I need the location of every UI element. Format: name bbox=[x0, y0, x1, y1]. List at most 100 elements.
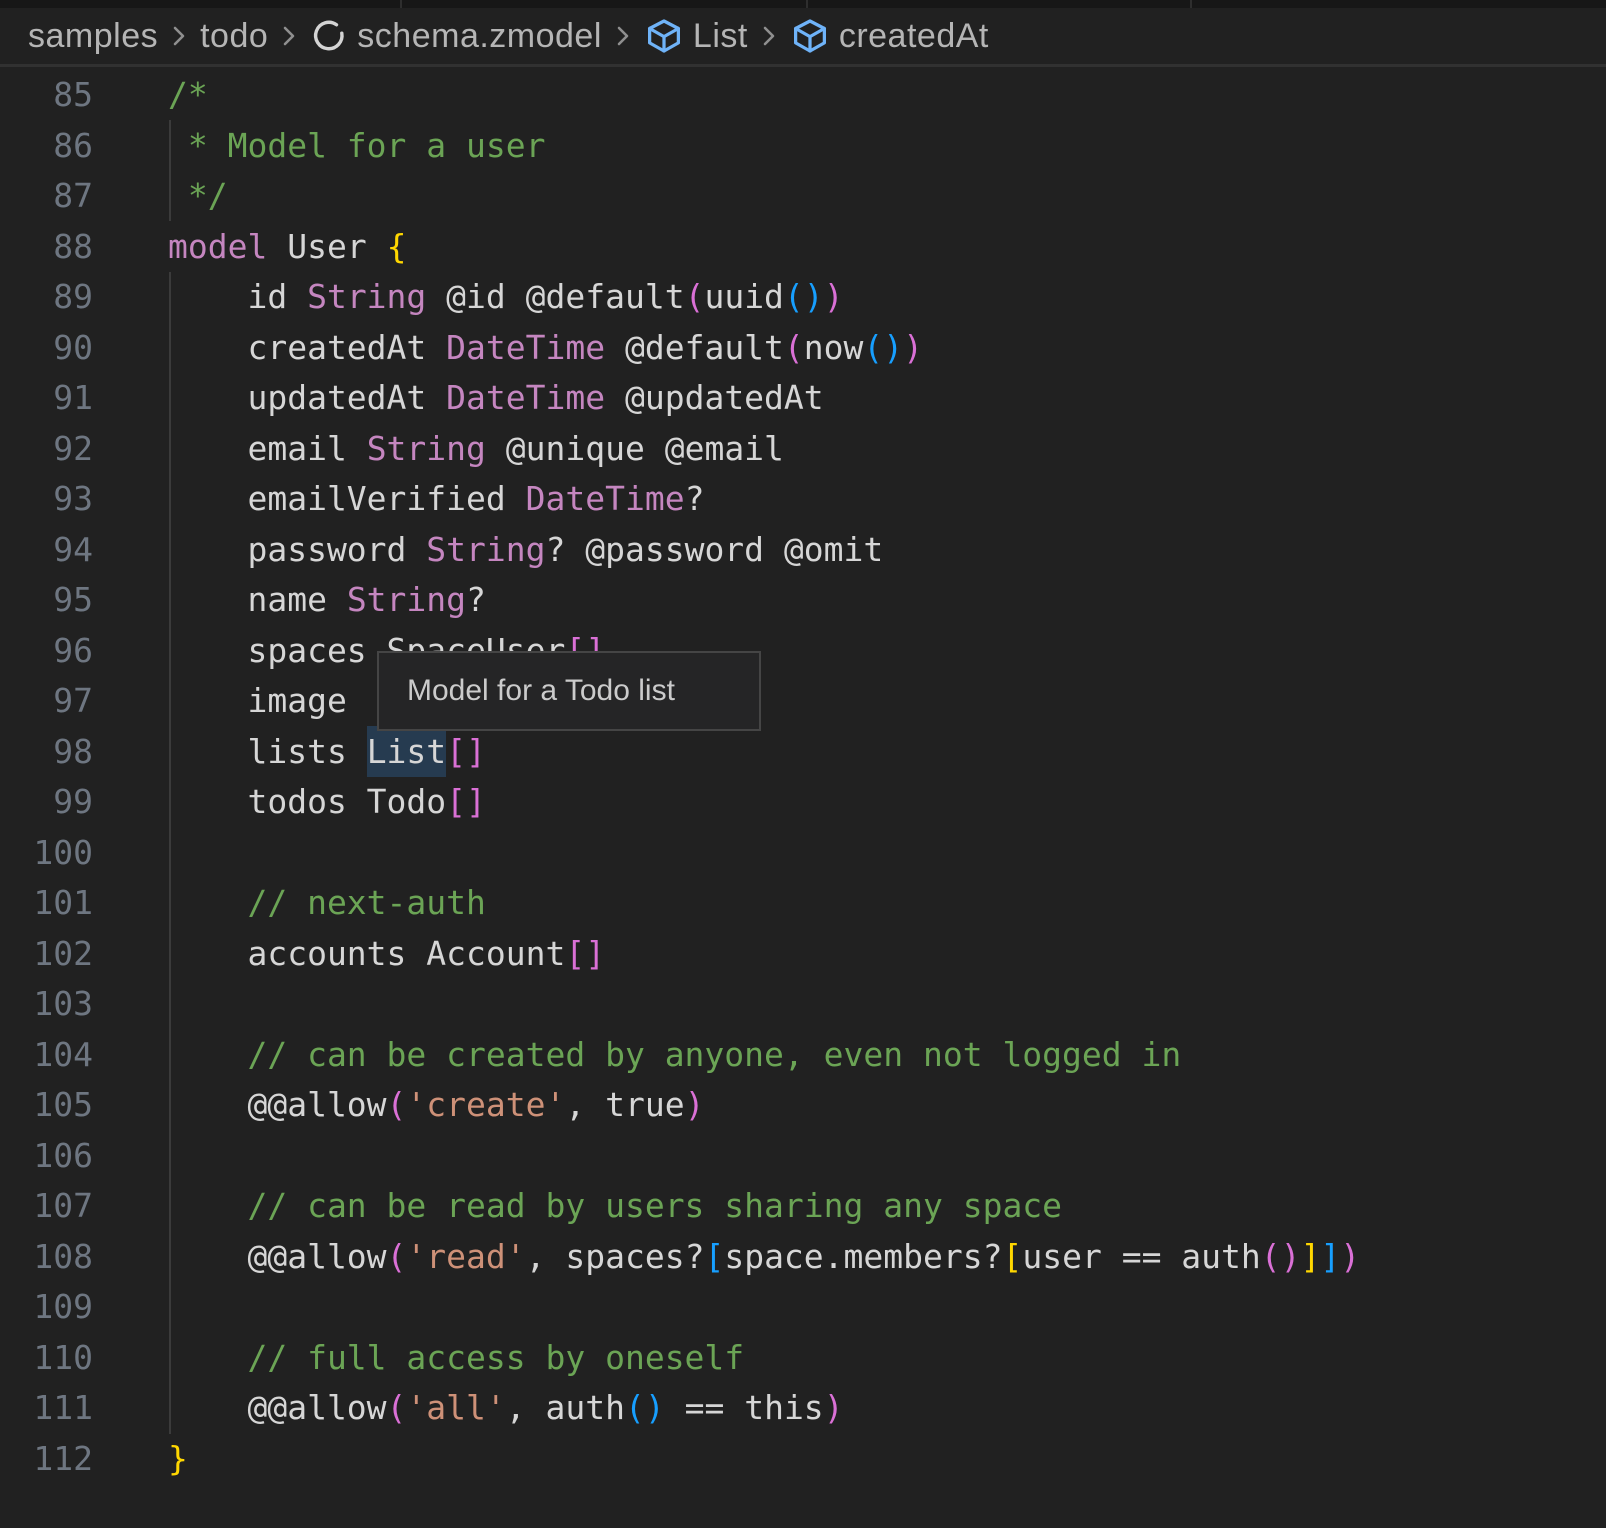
code-token: // can be read by users sharing any spac… bbox=[168, 1186, 1062, 1225]
line-number[interactable]: 105 bbox=[0, 1080, 93, 1131]
code-token: ] bbox=[1301, 1237, 1321, 1276]
code-token: ( bbox=[387, 1388, 407, 1427]
code-line[interactable]: 97 image bbox=[0, 676, 1606, 727]
line-number[interactable]: 89 bbox=[0, 272, 93, 323]
line-number[interactable]: 107 bbox=[0, 1181, 93, 1232]
code-token: DateTime bbox=[526, 479, 685, 518]
breadcrumb-item-createdat[interactable]: createdAt bbox=[790, 16, 989, 56]
code-text: /* bbox=[93, 70, 208, 121]
tab-divider bbox=[1190, 0, 1192, 8]
code-token: 'all' bbox=[406, 1388, 505, 1427]
code-line[interactable]: 110 // full access by oneself bbox=[0, 1333, 1606, 1384]
hover-tooltip-text: Model for a Todo list bbox=[407, 674, 675, 708]
tab-bar-edge bbox=[0, 0, 1606, 8]
line-number[interactable]: 103 bbox=[0, 979, 93, 1030]
code-line[interactable]: 105 @@allow('create', true) bbox=[0, 1080, 1606, 1131]
code-token: @id @default bbox=[426, 277, 684, 316]
code-text: emailVerified DateTime? bbox=[93, 474, 704, 525]
line-number[interactable]: 106 bbox=[0, 1131, 93, 1182]
code-token: email bbox=[168, 429, 367, 468]
line-number[interactable]: 108 bbox=[0, 1232, 93, 1283]
code-token: * Model for a user bbox=[168, 126, 546, 165]
line-number[interactable]: 110 bbox=[0, 1333, 93, 1384]
code-line[interactable]: 86 * Model for a user bbox=[0, 121, 1606, 172]
code-line[interactable]: 103 bbox=[0, 979, 1606, 1030]
code-token: ? bbox=[685, 479, 705, 518]
line-number[interactable]: 96 bbox=[0, 626, 93, 677]
breadcrumb-label: samples bbox=[28, 17, 158, 56]
line-number[interactable]: 93 bbox=[0, 474, 93, 525]
breadcrumb-item-samples[interactable]: samples bbox=[28, 17, 158, 56]
line-number[interactable]: 102 bbox=[0, 929, 93, 980]
line-number[interactable]: 94 bbox=[0, 525, 93, 576]
code-line[interactable]: 92 email String @unique @email bbox=[0, 424, 1606, 475]
code-token: ) bbox=[824, 1388, 844, 1427]
breadcrumb-label: schema.zmodel bbox=[357, 17, 602, 56]
breadcrumb: samples todo schema.zmodel List createdAt bbox=[0, 8, 1606, 67]
line-number[interactable]: 95 bbox=[0, 575, 93, 626]
line-number[interactable]: 92 bbox=[0, 424, 93, 475]
code-line[interactable]: 89 id String @id @default(uuid()) bbox=[0, 272, 1606, 323]
code-line[interactable]: 111 @@allow('all', auth() == this) bbox=[0, 1383, 1606, 1434]
code-token: ) bbox=[1340, 1237, 1360, 1276]
hovered-symbol-highlight[interactable]: List bbox=[367, 732, 446, 771]
code-line[interactable]: 112} bbox=[0, 1434, 1606, 1485]
code-line[interactable]: 95 name String? bbox=[0, 575, 1606, 626]
code-line[interactable]: 102 accounts Account[] bbox=[0, 929, 1606, 980]
code-token: [ bbox=[704, 1237, 724, 1276]
line-number[interactable]: 90 bbox=[0, 323, 93, 374]
line-number[interactable]: 100 bbox=[0, 828, 93, 879]
code-token: [] bbox=[446, 782, 486, 821]
line-number[interactable]: 97 bbox=[0, 676, 93, 727]
code-token: [ bbox=[1002, 1237, 1022, 1276]
code-line[interactable]: 93 emailVerified DateTime? bbox=[0, 474, 1606, 525]
code-line[interactable]: 87 */ bbox=[0, 171, 1606, 222]
line-number[interactable]: 87 bbox=[0, 171, 93, 222]
breadcrumb-item-schema-zmodel[interactable]: schema.zmodel bbox=[310, 17, 602, 56]
line-number[interactable]: 109 bbox=[0, 1282, 93, 1333]
code-line[interactable]: 106 bbox=[0, 1131, 1606, 1182]
line-number[interactable]: 112 bbox=[0, 1434, 93, 1485]
code-line[interactable]: 99 todos Todo[] bbox=[0, 777, 1606, 828]
line-number[interactable]: 85 bbox=[0, 70, 93, 121]
editor: 85/*86 * Model for a user87 */88model Us… bbox=[0, 70, 1606, 1528]
code-line[interactable]: 88model User { bbox=[0, 222, 1606, 273]
code-token: String bbox=[367, 429, 486, 468]
line-number[interactable]: 88 bbox=[0, 222, 93, 273]
code-line[interactable]: 104 // can be created by anyone, even no… bbox=[0, 1030, 1606, 1081]
code-token: ? @password @omit bbox=[546, 530, 884, 569]
code-line[interactable]: 94 password String? @password @omit bbox=[0, 525, 1606, 576]
code-line[interactable]: 91 updatedAt DateTime @updatedAt bbox=[0, 373, 1606, 424]
line-number[interactable]: 86 bbox=[0, 121, 93, 172]
breadcrumb-item-todo[interactable]: todo bbox=[200, 17, 268, 56]
code-token: 'read' bbox=[406, 1237, 525, 1276]
code-text: @@allow('create', true) bbox=[93, 1080, 704, 1131]
code-token: accounts Account bbox=[168, 934, 565, 973]
breadcrumb-item-list[interactable]: List bbox=[644, 16, 748, 56]
code-line[interactable]: 101 // next-auth bbox=[0, 878, 1606, 929]
loading-icon bbox=[310, 17, 348, 55]
line-number[interactable]: 111 bbox=[0, 1383, 93, 1434]
line-number[interactable]: 99 bbox=[0, 777, 93, 828]
code-line[interactable]: 109 bbox=[0, 1282, 1606, 1333]
line-number[interactable]: 91 bbox=[0, 373, 93, 424]
code-text: */ bbox=[93, 171, 228, 222]
code-text bbox=[93, 1131, 168, 1182]
code-token: String bbox=[307, 277, 426, 316]
code-token: () bbox=[784, 277, 824, 316]
code-token: ) bbox=[685, 1085, 705, 1124]
line-number[interactable]: 104 bbox=[0, 1030, 93, 1081]
code-token: /* bbox=[168, 75, 208, 114]
code-line[interactable]: 108 @@allow('read', spaces?[space.member… bbox=[0, 1232, 1606, 1283]
code-token: ) bbox=[824, 277, 844, 316]
code-line[interactable]: 96 spaces SpaceUser[] bbox=[0, 626, 1606, 677]
code-text: id String @id @default(uuid()) bbox=[93, 272, 844, 323]
code-line[interactable]: 90 createdAt DateTime @default(now()) bbox=[0, 323, 1606, 374]
code-line[interactable]: 100 bbox=[0, 828, 1606, 879]
code-line[interactable]: 98 lists List[] bbox=[0, 727, 1606, 778]
line-number[interactable]: 101 bbox=[0, 878, 93, 929]
code-line[interactable]: 85 /* bbox=[0, 70, 1606, 121]
line-number[interactable]: 98 bbox=[0, 727, 93, 778]
code-text: // can be read by users sharing any spac… bbox=[93, 1181, 1062, 1232]
code-line[interactable]: 107 // can be read by users sharing any … bbox=[0, 1181, 1606, 1232]
